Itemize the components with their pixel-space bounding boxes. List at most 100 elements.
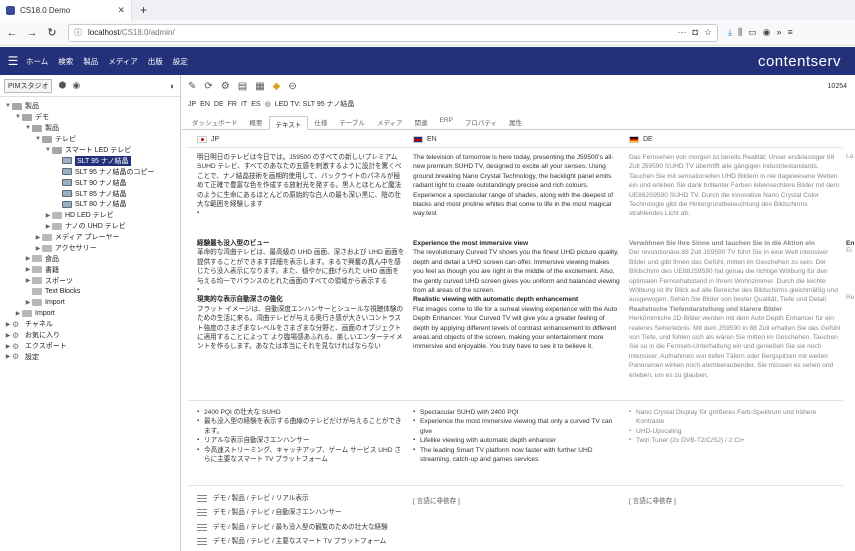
category-row[interactable]: デモ / 製品 / テレビ / リアル表示 (197, 491, 405, 506)
forward-icon[interactable]: → (24, 25, 40, 41)
close-tab-icon[interactable]: ✕ (117, 5, 125, 16)
lang-fr[interactable]: FR (228, 101, 237, 108)
tab-table[interactable]: テーブル (333, 115, 371, 129)
tree-node[interactable]: ▶ ⚙ エクスポート (0, 341, 180, 352)
tree-node[interactable]: ▼ テレビ (0, 134, 180, 145)
tab-properties[interactable]: プロパティ (459, 115, 503, 129)
expand-arrow-icon[interactable]: ▶ (24, 266, 32, 273)
pie-chart-icon[interactable]: ◑ (169, 81, 174, 91)
tree-node[interactable]: ▶ ⚙ チャネル (0, 319, 180, 330)
menu-publication[interactable]: 出版 (148, 56, 163, 67)
tab-dashboard[interactable]: ダッシュボード (186, 115, 244, 129)
tree-node[interactable]: ▶ ⚙ 設定 (0, 351, 180, 362)
collapse-arrow-icon[interactable]: ▼ (4, 103, 12, 109)
drag-handle-icon[interactable] (197, 523, 207, 531)
extension-icon[interactable]: ◉ (763, 27, 771, 38)
browser-menu-icon[interactable]: ≡ (788, 27, 793, 38)
settings-gear-icon[interactable]: ⚙ (221, 81, 230, 92)
tree-node[interactable]: ▶ ナノの UHD テレビ (0, 221, 180, 232)
menu-home[interactable]: ホーム (26, 56, 48, 67)
tree-node[interactable]: ▼ 製品 (0, 123, 180, 134)
more-tools-icon[interactable]: » (777, 27, 782, 38)
menu-search[interactable]: 検索 (58, 56, 73, 67)
category-row[interactable]: デモ / 製品 / テレビ / 自動深さエンハンサー (197, 506, 405, 521)
tree-node[interactable]: SLT 95 ナノ結晶のコピー (0, 166, 180, 177)
hamburger-menu-icon[interactable]: ☰ (0, 54, 26, 68)
expand-arrow-icon[interactable]: ▶ (4, 332, 12, 339)
back-icon[interactable]: ← (4, 25, 20, 41)
library-icon[interactable]: ⫼ (738, 27, 742, 38)
cube-icon[interactable]: ⬢ (58, 80, 66, 91)
menu-settings[interactable]: 設定 (173, 56, 188, 67)
category-row[interactable]: デモ / 製品 / テレビ / 最も没入型の観覧のための壮大な経験 (197, 520, 405, 535)
tree-node[interactable]: ▶ Import (0, 297, 180, 308)
menu-products[interactable]: 製品 (83, 56, 98, 67)
jp-bullet-list[interactable]: 2400 PQI の壮大な SUHD 最も没入型の経験を表示する曲線のテレビだけ… (197, 408, 405, 464)
collapse-arrow-icon[interactable]: ▼ (44, 147, 52, 153)
jp-intro-text[interactable]: 明日明日のテレビは今日では。J59500 のすべての新しいプレミアム SUHD … (197, 153, 405, 223)
expand-arrow-icon[interactable]: ▶ (14, 310, 22, 317)
de-body-text[interactable]: Verwöhnen Sie Ihre Sinne und tauchen Sie… (629, 239, 842, 397)
lang-en[interactable]: EN (200, 101, 210, 108)
de-bullet-list[interactable]: Nano Crystal Display für größeres Farb-S… (629, 408, 842, 446)
refresh-icon[interactable]: ⟳ (204, 81, 212, 92)
lang-it[interactable]: IT (241, 101, 247, 108)
tab-media[interactable]: メディア (371, 115, 409, 129)
tree-node[interactable]: SLT 90 ナノ結晶 (0, 177, 180, 188)
menu-media[interactable]: メディア (108, 56, 137, 67)
tree-node[interactable]: ▶ メディア プレーヤー (0, 232, 180, 243)
reload-icon[interactable]: ↻ (44, 25, 60, 41)
page-actions-icon[interactable]: ··· (677, 27, 686, 38)
collapse-arrow-icon[interactable]: ▼ (34, 136, 42, 142)
tab-attributes[interactable]: 属性 (503, 115, 528, 129)
url-bar[interactable]: ⓘ localhost/CS18.0/admin/ ··· ◘ ☆ (68, 23, 718, 42)
eye-icon[interactable]: ◉ (72, 80, 80, 91)
more-icon[interactable]: ⊖ (288, 81, 296, 92)
tag-icon[interactable]: ◆ (273, 81, 281, 92)
collapse-arrow-icon[interactable]: ▼ (14, 114, 22, 120)
pocket-icon[interactable]: ◘ (692, 27, 697, 38)
drag-handle-icon[interactable] (197, 494, 207, 502)
download-icon[interactable]: ⤓ (728, 27, 732, 38)
tree-node[interactable]: ▼ スマート LED テレビ (0, 145, 180, 156)
tab-text[interactable]: テキスト (268, 116, 309, 130)
tab-spec[interactable]: 仕様 (308, 115, 333, 129)
expand-arrow-icon[interactable]: ▶ (4, 343, 12, 350)
category-row[interactable]: デモ / 製品 / テレビ / 主要なスマート TV プラットフォーム (197, 535, 405, 550)
tree-node[interactable]: Text Blocks (0, 286, 180, 297)
collapse-arrow-icon[interactable]: ▼ (24, 125, 32, 131)
tree-node[interactable]: ▶ アクセサリー (0, 243, 180, 254)
tree-node[interactable]: ▶ 食品 (0, 253, 180, 264)
tree-node[interactable]: SLT 95 ナノ結晶 (0, 155, 180, 166)
edit-icon[interactable]: ✎ (188, 81, 196, 92)
tree-node[interactable]: ▶ 書籍 (0, 264, 180, 275)
tree-node[interactable]: ▶ HD LED テレビ (0, 210, 180, 221)
pim-studio-tab[interactable]: PIMスタジオ (4, 78, 53, 93)
browser-tab[interactable]: CS18.0 Demo ✕ (0, 0, 132, 20)
expand-arrow-icon[interactable]: ▶ (24, 299, 32, 306)
en-body-text[interactable]: Experience the most immersive view The r… (413, 239, 621, 379)
document-icon[interactable]: ▤ (238, 81, 247, 92)
table-icon[interactable]: ▦ (255, 81, 264, 92)
en-bullet-list[interactable]: Spectacular SUHD with 2400 PQI Experienc… (413, 408, 621, 464)
sidebar-icon[interactable]: ▭ (748, 27, 757, 38)
tree-node[interactable]: ▶ Import (0, 308, 180, 319)
bookmark-star-icon[interactable]: ☆ (704, 27, 712, 38)
tree-node[interactable]: SLT 85 ナノ結晶 (0, 188, 180, 199)
expand-arrow-icon[interactable]: ▶ (4, 353, 12, 360)
lang-jp[interactable]: JP (188, 101, 196, 108)
info-icon[interactable]: ⓘ (74, 27, 82, 38)
tab-related[interactable]: 関連 (408, 115, 433, 129)
en-intro-text[interactable]: The television of tomorrow is here today… (413, 153, 621, 223)
drag-handle-icon[interactable] (197, 509, 207, 517)
tree-node[interactable]: SLT 80 ナノ結晶 (0, 199, 180, 210)
de-intro-text[interactable]: Das Fernsehen von morgen ist bereits Rea… (629, 153, 842, 223)
lang-es[interactable]: ES (251, 101, 260, 108)
jp-body-text[interactable]: 経験最も没入型のビュー 革命的な湾曲テレビは、最高級の UHD 画面、深さおよび… (197, 239, 405, 379)
expand-arrow-icon[interactable]: ▶ (24, 255, 32, 262)
tab-erp[interactable]: ERP (433, 115, 458, 129)
tree-node[interactable]: ▶ ⚙ お気に入り (0, 330, 180, 341)
expand-arrow-icon[interactable]: ▶ (44, 223, 52, 230)
drag-handle-icon[interactable] (197, 538, 207, 546)
expand-arrow-icon[interactable]: ▶ (24, 277, 32, 284)
